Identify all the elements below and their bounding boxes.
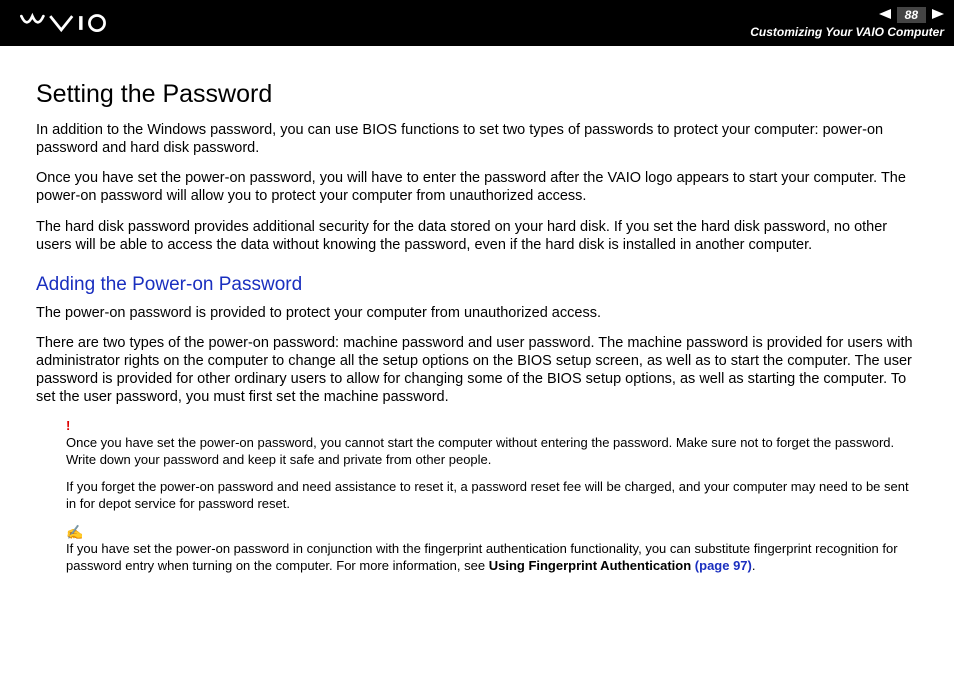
page-nav: 88 (879, 7, 944, 23)
page-number: 88 (897, 7, 926, 23)
vaio-logo (20, 12, 130, 34)
warning-text-1: Once you have set the power-on password,… (66, 435, 918, 469)
section-label: Customizing Your VAIO Computer (750, 25, 944, 39)
page-title: Setting the Password (36, 80, 918, 109)
info-icon: ✍ (66, 523, 918, 541)
info-text-post: . (752, 558, 756, 573)
intro-paragraph-3: The hard disk password provides addition… (36, 218, 918, 254)
header-right: 88 Customizing Your VAIO Computer (750, 0, 944, 46)
info-note: ✍ If you have set the power-on password … (66, 523, 918, 575)
link-label: Using Fingerprint Authentication (489, 558, 695, 573)
link-page-ref[interactable]: (page 97) (695, 558, 752, 573)
warning-text-2: If you forget the power-on password and … (66, 479, 918, 513)
header-bar: 88 Customizing Your VAIO Computer (0, 0, 954, 46)
subsection-heading: Adding the Power-on Password (36, 274, 918, 296)
next-page-arrow-icon[interactable] (932, 8, 944, 22)
prev-page-arrow-icon[interactable] (879, 8, 891, 22)
sub1-paragraph-1: The power-on password is provided to pro… (36, 304, 918, 322)
warning-note: ! Once you have set the power-on passwor… (66, 418, 918, 512)
sub1-paragraph-2: There are two types of the power-on pass… (36, 334, 918, 407)
info-text-pre: If you have set the power-on password in… (66, 541, 898, 573)
intro-paragraph-1: In addition to the Windows password, you… (36, 121, 918, 157)
warning-icon: ! (66, 418, 918, 435)
page-content: Setting the Password In addition to the … (0, 46, 954, 605)
intro-paragraph-2: Once you have set the power-on password,… (36, 169, 918, 205)
